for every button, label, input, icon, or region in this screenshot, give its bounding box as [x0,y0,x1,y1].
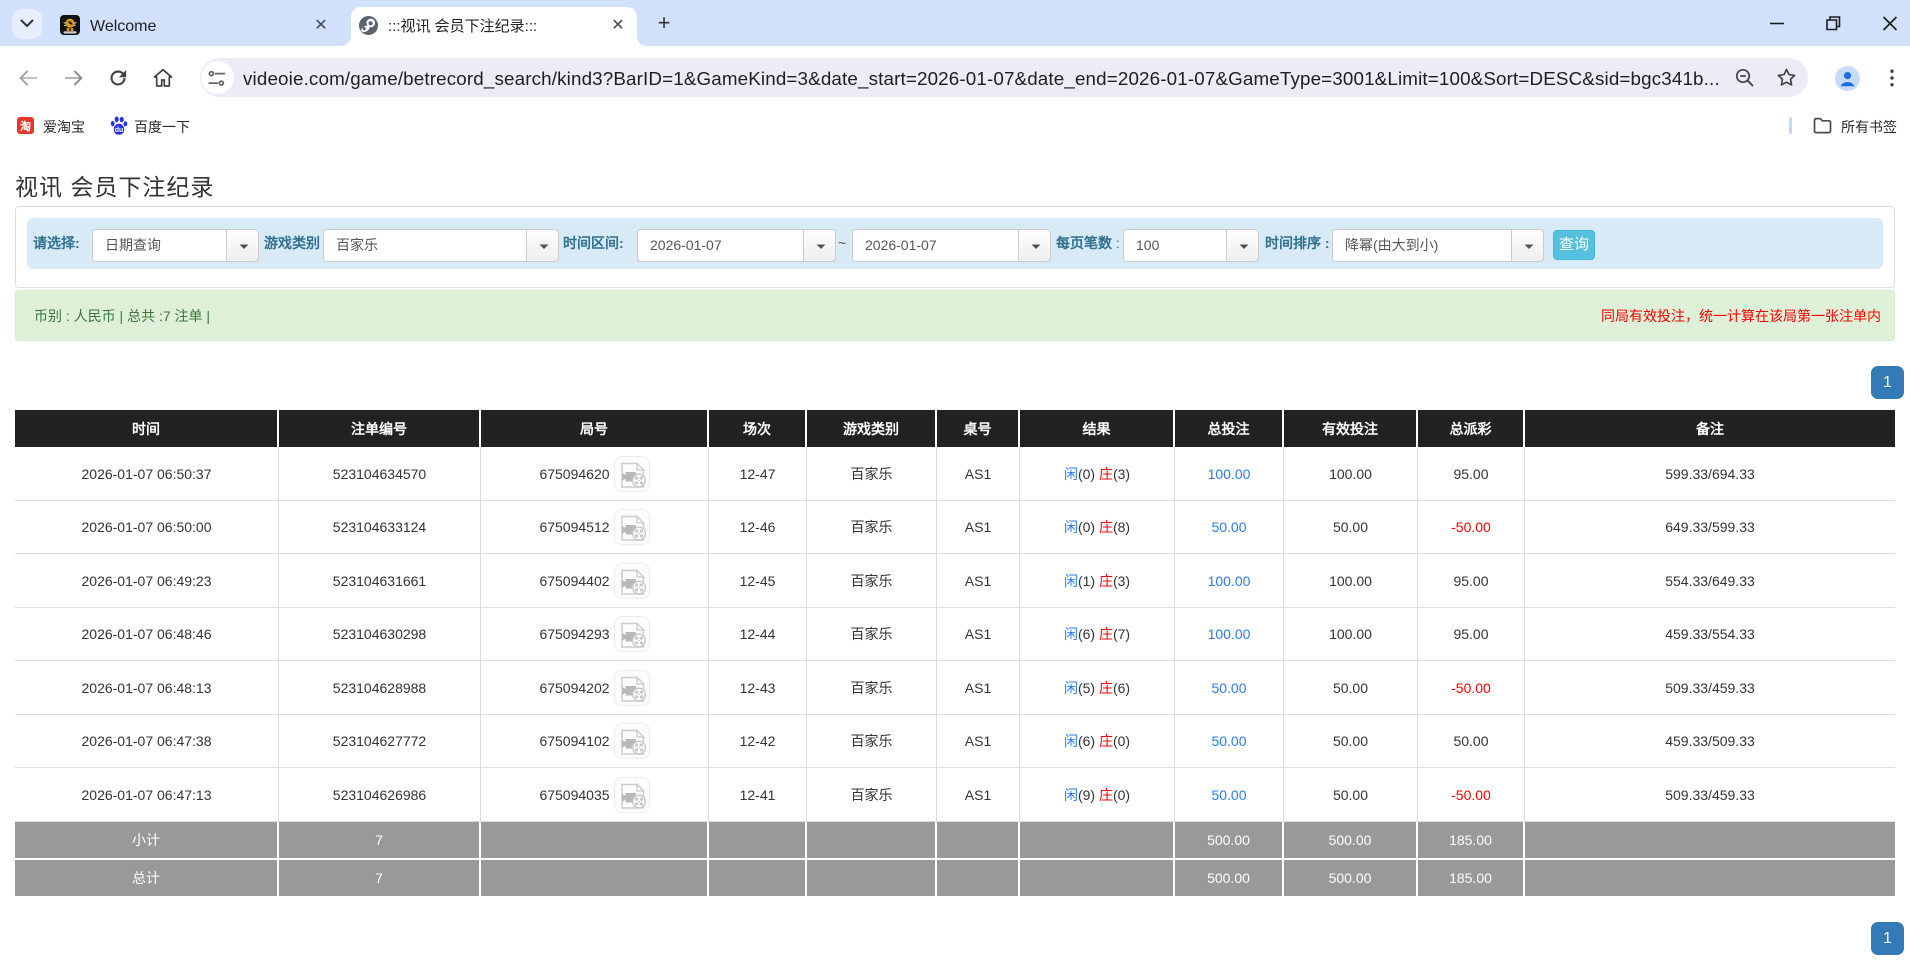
svg-text:淘: 淘 [20,119,31,133]
svg-text:du: du [115,127,124,134]
